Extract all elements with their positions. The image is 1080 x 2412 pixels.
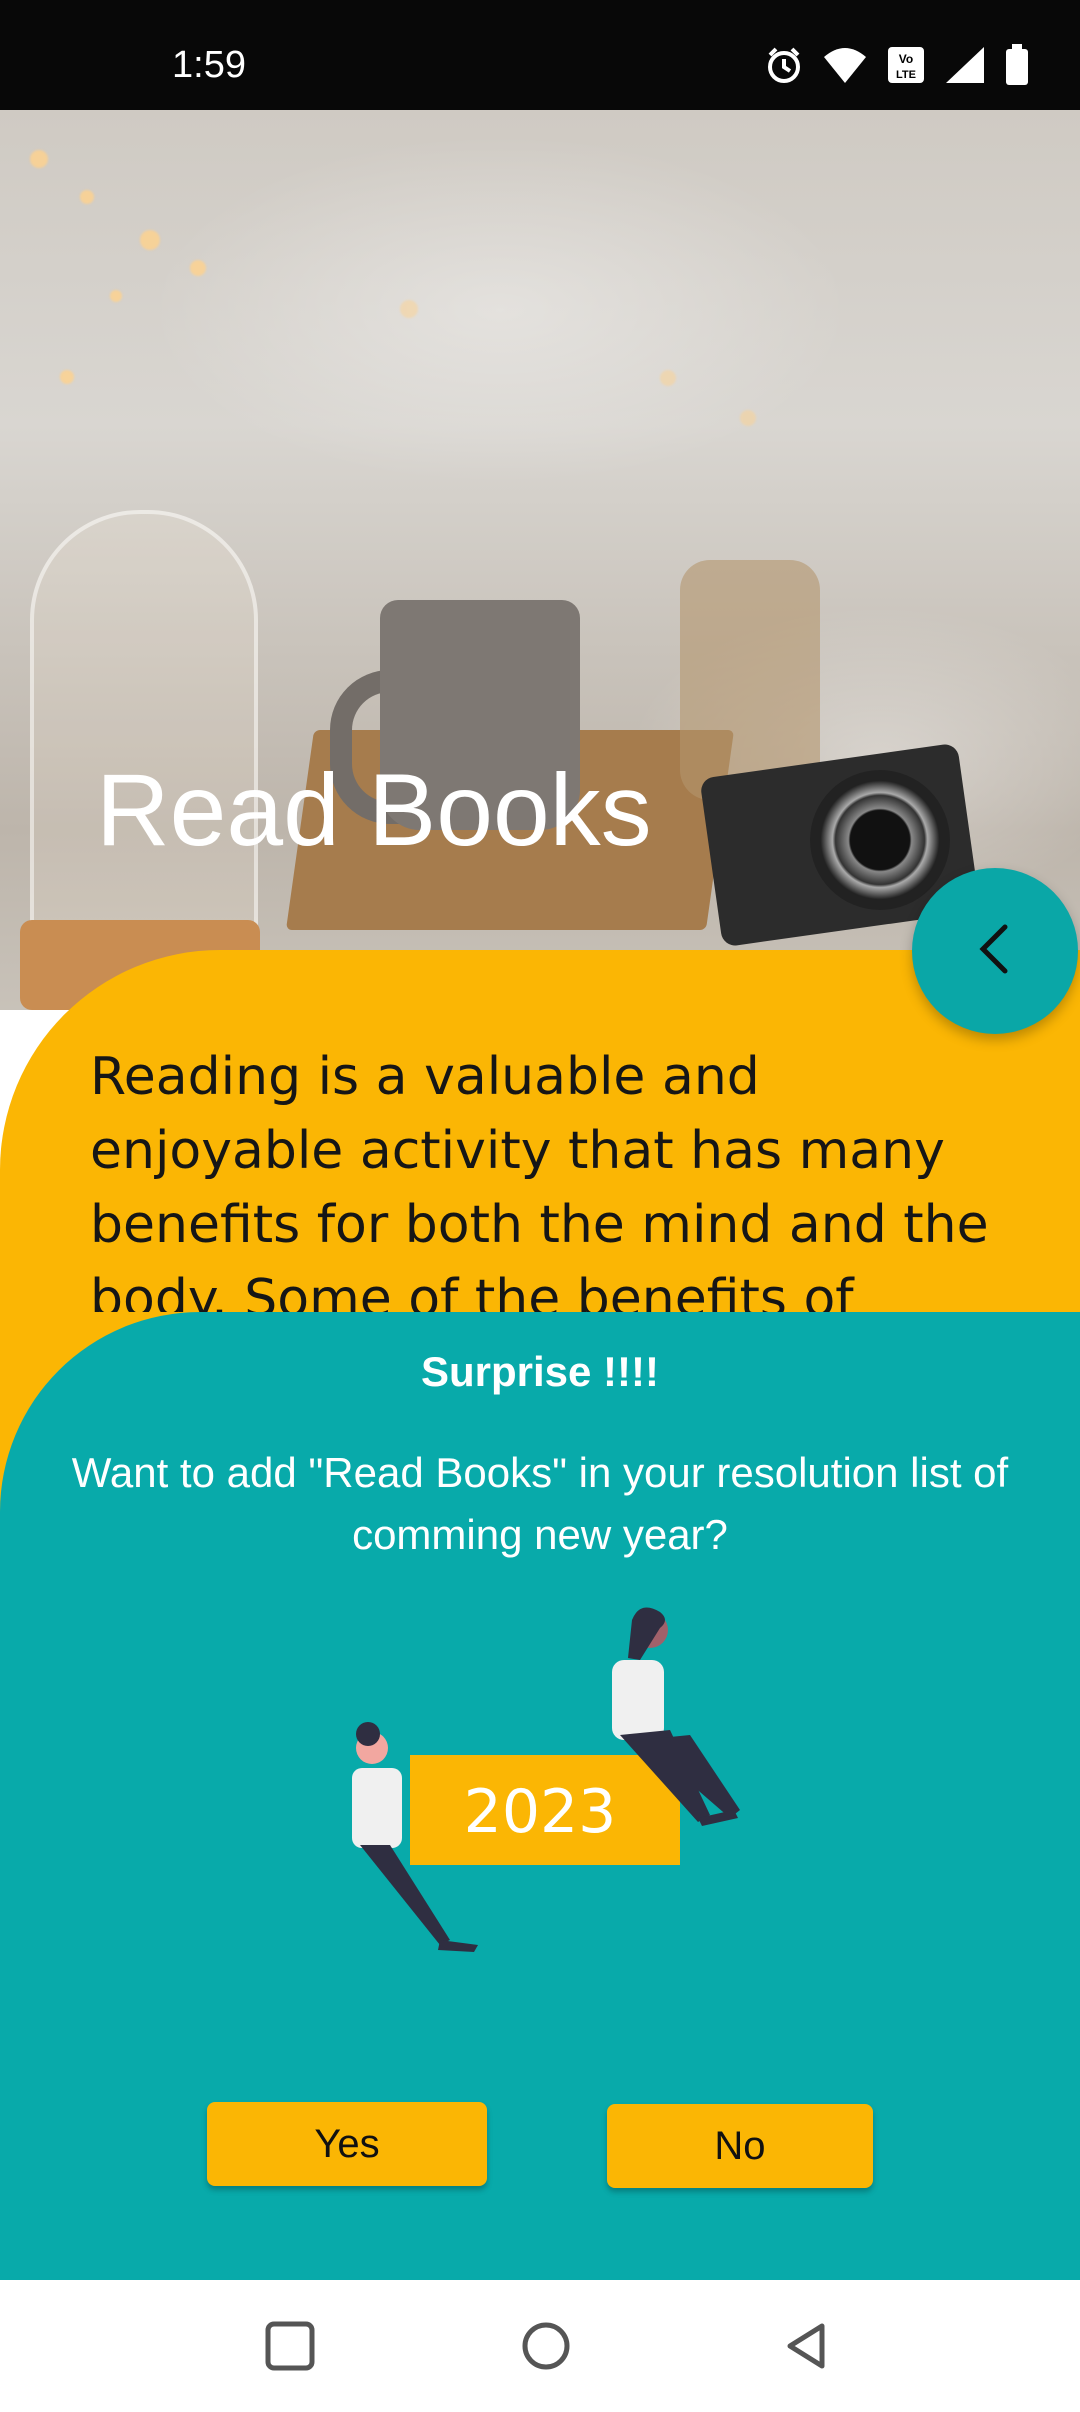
svg-text:LTE: LTE (896, 69, 916, 81)
bokeh-light (740, 410, 756, 426)
bokeh-light (660, 370, 676, 386)
alarm-icon (764, 45, 804, 90)
home-circle-icon[interactable] (520, 2320, 572, 2377)
bokeh-light (190, 260, 206, 276)
new-year-illustration: 2023 (340, 1600, 780, 1980)
bokeh-light (110, 290, 122, 302)
status-bar: 1:59 Vo LTE (0, 0, 1080, 110)
back-button[interactable] (912, 868, 1078, 1034)
chevron-left-icon (965, 919, 1025, 984)
person-hair (356, 1722, 380, 1746)
svg-text:Vo: Vo (899, 52, 913, 66)
no-button[interactable]: No (607, 2104, 873, 2188)
status-icons: Vo LTE (764, 44, 1030, 91)
bokeh-light (80, 190, 94, 204)
person-shirt (352, 1768, 402, 1848)
hero-image (0, 110, 1080, 1010)
bokeh-light (140, 230, 160, 250)
yes-button[interactable]: Yes (207, 2102, 487, 2186)
glass-dome (30, 510, 258, 938)
dialog-message: Want to add "Read Books" in your resolut… (71, 1449, 1009, 1558)
person-shirt (612, 1660, 664, 1740)
camera-lens (810, 770, 950, 910)
volte-icon: Vo LTE (886, 45, 926, 90)
recents-square-icon[interactable] (264, 2320, 316, 2377)
dialog-title: Surprise !!!! (420, 1348, 659, 1395)
wifi-icon (822, 45, 868, 90)
signal-icon (944, 45, 986, 90)
bokeh-light (400, 300, 418, 318)
status-time: 1:59 (172, 44, 246, 86)
person-shoe (438, 1940, 478, 1952)
back-triangle-icon[interactable] (780, 2320, 832, 2377)
page-title: Read Books (96, 753, 652, 867)
bokeh-light (60, 370, 74, 384)
battery-icon (1004, 44, 1030, 91)
system-nav-bar (0, 2280, 1080, 2412)
year-sign-label: 2023 (464, 1777, 617, 1847)
body-text: Reading is a valuable and enjoyable acti… (90, 1047, 989, 1312)
bokeh-light (30, 150, 48, 168)
